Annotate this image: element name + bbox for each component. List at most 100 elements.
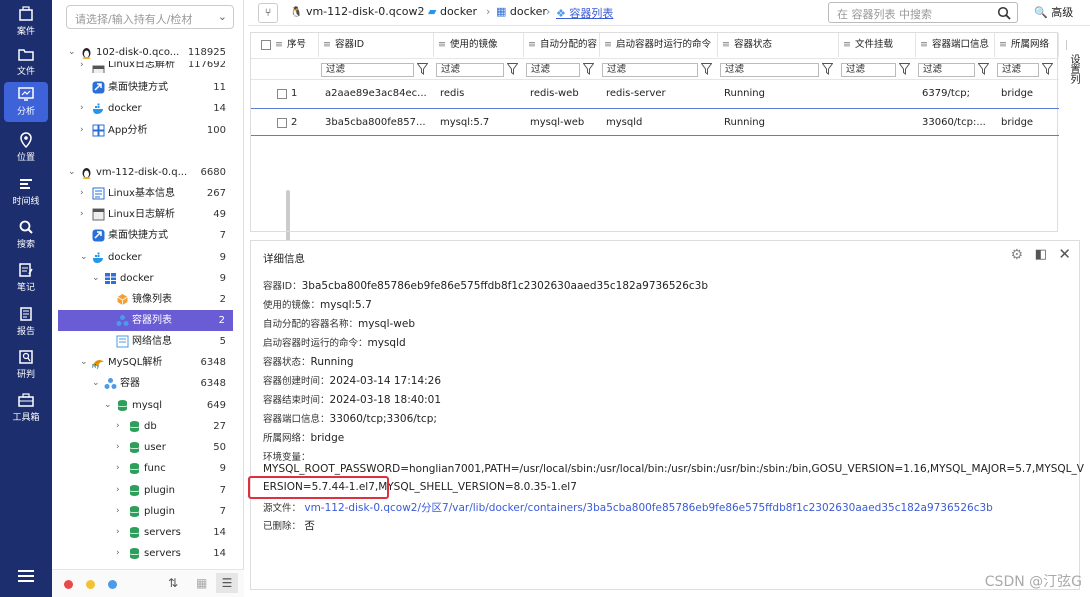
chevron-right-icon[interactable]: › (116, 522, 120, 543)
grid-view-icon[interactable]: ▦ (196, 576, 207, 590)
nav-report[interactable]: 报告 (0, 302, 52, 342)
panel-layout-icon[interactable]: ◧ (1035, 247, 1047, 262)
nav-case[interactable]: 案件 (0, 2, 52, 42)
nav-judge[interactable]: 研判 (0, 345, 52, 385)
column-settings-tab[interactable]: 设置列 (1066, 40, 1080, 89)
tree-node[interactable]: › Linux日志解析 49 (52, 204, 234, 225)
chevron-right-icon[interactable]: › (80, 120, 84, 141)
blue-dot-filter[interactable] (108, 580, 117, 589)
red-dot-filter[interactable] (64, 580, 73, 589)
tree-node[interactable]: 桌面快捷方式 7 (52, 225, 234, 246)
filter-funnel-icon[interactable] (977, 63, 990, 75)
breadcrumb-item[interactable]: 🐧 vm-112-disk-0.qcow2 (290, 5, 424, 18)
container-search-input[interactable]: 在 容器列表 中搜索 (828, 2, 1018, 23)
tree-node[interactable]: 桌面快捷方式 11 (52, 77, 234, 98)
tree-node[interactable]: › App分析 100 (52, 120, 234, 141)
close-icon[interactable]: ✕ (1058, 245, 1071, 263)
breadcrumb-item[interactable]: ▦ docker (496, 5, 547, 18)
drag-handle-icon[interactable]: ≡ (999, 33, 1007, 57)
chevron-down-icon[interactable]: ⌄ (92, 268, 100, 289)
column-filter-input[interactable]: 过滤 (918, 63, 975, 77)
nav-search[interactable]: 搜索 (0, 215, 52, 255)
tree-node[interactable]: ⌄ docker 9 (52, 247, 234, 268)
tree-node[interactable]: › servers 14 (52, 522, 234, 543)
chevron-right-icon[interactable]: › (116, 501, 120, 522)
filter-funnel-icon[interactable] (700, 63, 713, 75)
filter-funnel-icon[interactable] (821, 63, 834, 75)
chevron-down-icon[interactable]: ⌄ (68, 42, 76, 63)
column-filter-input[interactable]: 过滤 (436, 63, 504, 77)
tree-node[interactable]: › Linux日志解析 117692 (52, 61, 234, 73)
tree-node[interactable]: ⌄ vm-112-disk-0.q... 6680 (52, 162, 234, 183)
nav-file[interactable]: 文件 (0, 42, 52, 82)
breadcrumb-item[interactable]: ▰ docker (428, 5, 477, 18)
tree-node[interactable]: 网络信息 5 (52, 331, 234, 352)
column-header[interactable]: ≡ 文件挂载 (839, 33, 916, 57)
tree-node[interactable]: 镜像列表 2 (52, 289, 234, 310)
table-row[interactable]: 2 3ba5cba800fe857... mysql:5.7 mysql-web mys… (251, 108, 1059, 136)
nav-location[interactable]: 位置 (0, 128, 52, 168)
holder-evidence-select[interactable]: 请选择/输入持有人/检材 ⌄ (66, 5, 234, 29)
drag-handle-icon[interactable]: ≡ (323, 33, 331, 57)
filter-funnel-icon[interactable] (506, 63, 519, 75)
chevron-down-icon[interactable]: ⌄ (80, 352, 88, 373)
drag-handle-icon[interactable]: ≡ (920, 33, 928, 57)
tree-node[interactable]: › plugin 7 (52, 501, 234, 522)
drag-handle-icon[interactable]: ≡ (604, 33, 612, 57)
tree-node[interactable]: › Linux基本信息 267 (52, 183, 234, 204)
filter-funnel-icon[interactable] (1041, 63, 1054, 75)
chevron-right-icon[interactable]: › (116, 416, 120, 437)
filter-funnel-icon[interactable] (582, 63, 595, 75)
gear-icon[interactable]: ⚙ (1010, 247, 1023, 263)
tree-node[interactable]: › servers 14 (52, 543, 234, 564)
drag-handle-icon[interactable]: ≡ (843, 33, 851, 57)
column-header[interactable]: ≡ 容器ID (319, 33, 434, 57)
list-view-icon[interactable]: ☰ (216, 573, 238, 593)
drag-handle-icon[interactable]: ≡ (528, 33, 536, 57)
source-file-link[interactable]: vm-112-disk-0.qcow2/分区7/var/lib/docker/c… (304, 502, 992, 514)
chevron-down-icon[interactable]: ⌄ (68, 162, 76, 183)
column-header[interactable]: ≡ 所属网络 (995, 33, 1059, 57)
drag-handle-icon[interactable]: ≡ (438, 33, 446, 57)
column-filter-input[interactable]: 过滤 (526, 63, 580, 77)
chevron-right-icon[interactable]: › (116, 480, 120, 501)
chevron-right-icon[interactable]: › (80, 204, 84, 225)
chevron-right-icon[interactable]: › (80, 61, 84, 70)
nav-analysis[interactable]: 分析 (4, 82, 48, 122)
select-all-checkbox[interactable] (261, 40, 271, 50)
column-filter-input[interactable]: 过滤 (720, 63, 819, 77)
column-filter-input[interactable]: 过滤 (602, 63, 698, 77)
column-header[interactable]: ≡ 自动分配的容 (524, 33, 600, 57)
tree-node[interactable]: ⌄ My MySQL解析 6348 (52, 352, 234, 373)
tree-node[interactable]: › func 9 (52, 458, 234, 479)
column-header[interactable]: ≡ 启动容器时运行的命令 (600, 33, 718, 57)
nav-toolbox[interactable]: 工具箱 (0, 388, 52, 428)
yellow-dot-filter[interactable] (86, 580, 95, 589)
chevron-right-icon[interactable]: › (116, 458, 120, 479)
chevron-right-icon[interactable]: › (80, 183, 84, 204)
tree-node[interactable]: ⌄ mysql 649 (52, 395, 234, 416)
chevron-right-icon[interactable]: › (116, 437, 120, 458)
tree-node[interactable]: › user 50 (52, 437, 234, 458)
tree-node[interactable]: › docker 14 (52, 98, 234, 119)
column-header[interactable]: ≡ 使用的镜像 (434, 33, 524, 57)
menu-button[interactable] (0, 569, 52, 589)
tree-node[interactable]: › plugin 7 (52, 480, 234, 501)
tree-node[interactable]: › db 27 (52, 416, 234, 437)
tree-node[interactable]: ⌄ 容器 6348 (52, 373, 234, 394)
chevron-down-icon[interactable]: ⌄ (80, 247, 88, 268)
column-filter-input[interactable]: 过滤 (841, 63, 896, 77)
drag-handle-icon[interactable]: ≡ (275, 33, 283, 57)
filter-funnel-icon[interactable] (416, 63, 429, 75)
column-filter-input[interactable]: 过滤 (997, 63, 1039, 77)
chevron-down-icon[interactable]: ⌄ (104, 395, 112, 416)
chevron-down-icon[interactable]: ⌄ (92, 373, 100, 394)
nav-timeline[interactable]: 时间线 (0, 172, 52, 212)
column-header[interactable]: ≡ 序号 (259, 33, 319, 57)
breadcrumb-item-current[interactable]: ❖ 容器列表 (556, 5, 613, 21)
tree-node[interactable]: ⌄ docker 9 (52, 268, 234, 289)
table-row[interactable]: 1 a2aae89e3ac84ec... redis redis-web redis-s… (251, 80, 1059, 108)
column-filter-input[interactable]: 过滤 (321, 63, 414, 77)
branch-icon[interactable]: ⑂ (258, 3, 278, 23)
tree-node[interactable]: 容器列表 2 (58, 310, 233, 331)
